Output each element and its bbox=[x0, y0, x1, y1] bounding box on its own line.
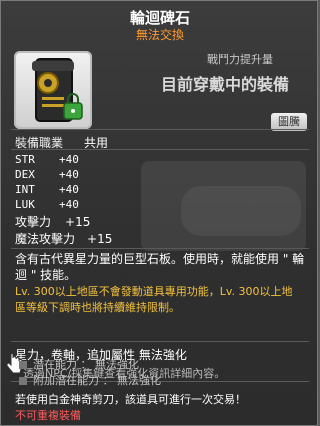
restriction-note: 區等級下調時也將持續維持限制。 bbox=[15, 301, 180, 314]
divider bbox=[11, 129, 309, 130]
equipped-status: 目前穿戴中的裝備 bbox=[161, 75, 290, 94]
stat-luk: LUK +40 bbox=[15, 198, 79, 211]
divider bbox=[11, 149, 309, 150]
power-up-label: 戰鬥力提升量 bbox=[207, 53, 273, 66]
stat-dex: DEX +40 bbox=[15, 168, 79, 181]
potential-box-icon bbox=[19, 361, 27, 369]
divider bbox=[11, 248, 309, 249]
stat-str: STR +40 bbox=[15, 153, 79, 166]
trade-status: 無法交換 bbox=[135, 28, 184, 42]
restriction-note: Lv. 300以上地區不會發動道具專用功能，Lv. 300以上地 bbox=[15, 285, 293, 298]
stat-attack: 攻擊力 +15 bbox=[15, 215, 91, 229]
tombstone-icon bbox=[32, 58, 83, 122]
potential-row: 潛在能力 ： 無法強化 bbox=[19, 356, 139, 372]
stat-int: INT +40 bbox=[15, 183, 79, 196]
additional-potential-row: 附加潛在能力 ： 無法強化 bbox=[19, 372, 161, 388]
item-tooltip: 輪迴碑石 無法交換 戰鬥力提升量 目前穿戴中的裝備 圖騰 裝備職業 共用 STR… bbox=[0, 0, 318, 426]
unique-equip-note: 不可重複裝備 bbox=[15, 409, 81, 422]
scissors-note: 若使用白金神奇剪刀，該道具可進行一次交易！ bbox=[15, 393, 246, 406]
potential-box-icon bbox=[19, 377, 27, 385]
background-watermark bbox=[181, 186, 301, 236]
stat-magic-attack: 魔法攻擊力 +15 bbox=[15, 232, 113, 246]
item-icon-frame bbox=[14, 51, 92, 129]
item-name: 輪迴碑石 bbox=[129, 9, 190, 27]
description-line: 迴 " 技能。 bbox=[15, 268, 77, 282]
divider bbox=[11, 341, 309, 342]
description-line: 含有古代異星力量的巨型石板。使用時，就能使用 " 輪 bbox=[15, 252, 305, 266]
